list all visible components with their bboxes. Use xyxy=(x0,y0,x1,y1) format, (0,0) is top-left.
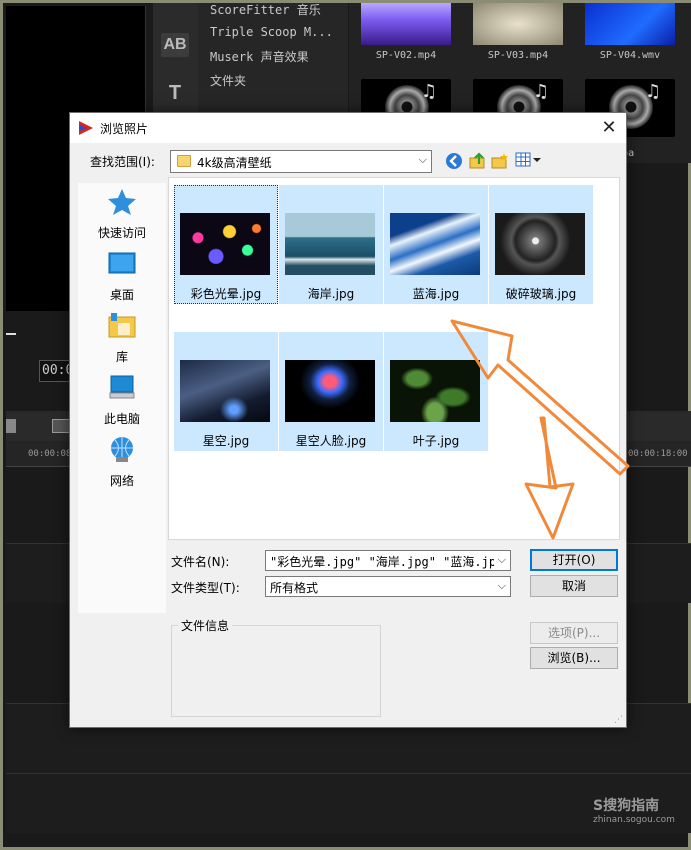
ruler-time: 00:00:18:00 xyxy=(628,449,688,459)
library-icon xyxy=(108,313,136,338)
place-library[interactable]: 库 xyxy=(78,311,166,365)
file-info-group: 文件信息 xyxy=(171,617,381,717)
storyboard-view-icon[interactable] xyxy=(6,419,16,433)
file-item[interactable]: 星空人脸.jpg xyxy=(279,332,383,451)
place-desktop[interactable]: 桌面 xyxy=(78,249,166,303)
options-button: 选项(P)... xyxy=(530,622,618,644)
timeline-track[interactable] xyxy=(6,773,691,833)
chevron-down-icon: ⌵ xyxy=(418,153,427,166)
file-name: 星空.jpg xyxy=(202,434,250,448)
audio-library-list: ScoreFitter 音乐 Triple Scoop M... Muserk … xyxy=(198,3,348,115)
media-label: SP-V03.mp4 xyxy=(487,50,549,61)
audio-item[interactable]: Triple Scoop M... xyxy=(210,25,333,39)
dialog-title: 浏览照片 xyxy=(100,122,149,136)
file-thumbnail xyxy=(285,213,375,275)
close-button[interactable]: ✕ xyxy=(592,113,626,143)
resize-grip[interactable]: ⋰ xyxy=(614,715,624,725)
filetype-select[interactable]: 所有格式 ⌵ xyxy=(265,576,511,597)
text-tool-icon[interactable]: T xyxy=(161,81,189,105)
network-icon xyxy=(111,437,133,462)
file-item[interactable]: 叶子.jpg xyxy=(384,332,488,451)
media-label: SP-V02.mp4 xyxy=(375,50,437,61)
computer-icon xyxy=(109,375,135,399)
place-label: 桌面 xyxy=(109,288,134,302)
file-list-view[interactable]: 彩色光晕.jpg 海岸.jpg 蓝海.jpg 破碎玻璃.jpg 星空.jpg 星… xyxy=(168,177,620,540)
chevron-down-icon: ⌵ xyxy=(497,579,506,592)
media-label: SP-V04.wmv xyxy=(599,50,661,61)
open-button[interactable]: 打开(O) xyxy=(530,549,618,571)
view-menu-icon[interactable] xyxy=(514,152,542,172)
file-name: 蓝海.jpg xyxy=(412,287,460,301)
desktop-icon xyxy=(108,252,136,274)
audio-item[interactable]: 文件夹 xyxy=(210,72,246,89)
filename-value: "彩色光晕.jpg" "海岸.jpg" "蓝海.jpg" xyxy=(270,555,494,569)
file-thumbnail xyxy=(180,213,270,275)
browse-photo-dialog: 浏览照片 ✕ 查找范围(I): 4k级高清壁纸 ⌵ 快速访问 桌面 库 此电脑 … xyxy=(69,112,627,728)
file-name: 海岸.jpg xyxy=(307,287,355,301)
look-in-label: 查找范围(I): xyxy=(90,155,155,169)
filename-input[interactable]: "彩色光晕.jpg" "海岸.jpg" "蓝海.jpg" ⌵ xyxy=(265,550,511,571)
file-name: 叶子.jpg xyxy=(412,434,460,448)
place-label: 快速访问 xyxy=(97,226,146,240)
folder-icon xyxy=(177,155,191,167)
look-in-value: 4k级高清壁纸 xyxy=(197,156,272,170)
watermark: S搜狗指南 zhinan.sogou.com xyxy=(593,795,683,825)
file-thumbnail xyxy=(495,213,585,275)
audio-item[interactable]: Muserk 声音效果 xyxy=(210,48,309,65)
file-name: 破碎玻璃.jpg xyxy=(505,287,577,301)
file-item[interactable]: 海岸.jpg xyxy=(279,185,383,304)
file-item[interactable]: 星空.jpg xyxy=(174,332,278,451)
file-thumbnail xyxy=(390,360,480,422)
ruler-time: 00:00:08 xyxy=(28,449,72,459)
filetype-value: 所有格式 xyxy=(270,581,319,595)
place-label: 库 xyxy=(115,350,128,364)
filetype-label: 文件类型(T): xyxy=(171,581,240,595)
place-label: 此电脑 xyxy=(103,412,140,426)
dialog-titlebar[interactable]: 浏览照片 ✕ xyxy=(70,113,626,143)
app-logo-icon xyxy=(79,121,93,135)
video-thumbnail[interactable] xyxy=(473,3,563,45)
place-this-pc[interactable]: 此电脑 xyxy=(78,373,166,427)
file-info-label: 文件信息 xyxy=(178,617,233,634)
places-bar: 快速访问 桌面 库 此电脑 网络 xyxy=(78,183,166,613)
watermark-url: zhinan.sogou.com xyxy=(593,815,675,825)
place-network[interactable]: 网络 xyxy=(78,435,166,489)
video-thumbnail[interactable] xyxy=(361,3,451,45)
library-side-toolbar: AB T xyxy=(153,3,198,115)
file-name: 星空人脸.jpg xyxy=(295,434,367,448)
file-name: 彩色光晕.jpg xyxy=(190,287,262,301)
new-folder-icon[interactable] xyxy=(490,152,510,172)
file-item[interactable]: 蓝海.jpg xyxy=(384,185,488,304)
file-item[interactable]: 破碎玻璃.jpg xyxy=(489,185,593,304)
file-thumbnail xyxy=(180,360,270,422)
video-thumbnail[interactable] xyxy=(585,3,675,45)
audio-item[interactable]: ScoreFitter 音乐 xyxy=(210,1,321,18)
star-icon xyxy=(108,189,136,215)
chevron-down-icon[interactable]: ⌵ xyxy=(498,553,506,567)
watermark-logo: S搜狗指南 xyxy=(593,798,660,814)
file-item[interactable]: 彩色光晕.jpg xyxy=(174,185,278,304)
preview-marker xyxy=(6,333,16,335)
cancel-button[interactable]: 取消 xyxy=(530,575,618,597)
place-quick-access[interactable]: 快速访问 xyxy=(78,187,166,241)
look-in-dropdown[interactable]: 4k级高清壁纸 ⌵ xyxy=(170,150,432,173)
file-thumbnail xyxy=(285,360,375,422)
place-label: 网络 xyxy=(109,474,134,488)
back-icon[interactable] xyxy=(444,152,464,172)
browse-button[interactable]: 浏览(B)... xyxy=(530,647,618,669)
title-effect-icon[interactable]: AB xyxy=(161,33,189,57)
up-folder-icon[interactable] xyxy=(468,152,488,172)
file-thumbnail xyxy=(390,213,480,275)
filename-label: 文件名(N): xyxy=(171,555,230,569)
